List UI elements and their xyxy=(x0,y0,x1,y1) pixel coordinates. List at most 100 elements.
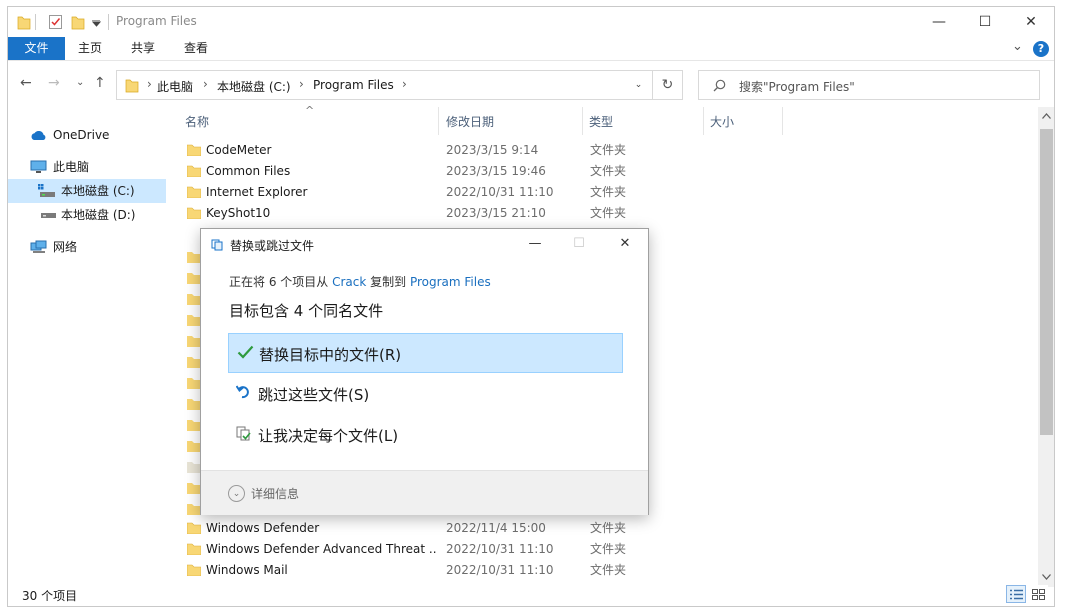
folder-icon xyxy=(187,483,201,494)
maximize-button[interactable]: ☐ xyxy=(962,7,1008,37)
column-header-date[interactable]: 修改日期 xyxy=(439,107,582,137)
replace-or-skip-dialog: 替换或跳过文件 — ☐ ✕ 正在将 6 个项目从 Crack 复制到 Progr… xyxy=(200,228,649,515)
breadcrumb-this-pc[interactable]: 此电脑 xyxy=(157,78,193,95)
option-label: 跳过这些文件(S) xyxy=(258,386,370,404)
table-row[interactable]: Common Files 2023/3/15 19:46 文件夹 xyxy=(178,161,1048,182)
scroll-down-icon[interactable] xyxy=(1042,574,1051,580)
dialog-maximize-button: ☐ xyxy=(573,235,585,251)
search-box[interactable]: 搜索"Program Files" xyxy=(698,70,1040,100)
back-button[interactable]: ← xyxy=(20,75,32,91)
file-name: Common Files xyxy=(206,164,291,178)
file-date: 2022/11/4 15:00 xyxy=(446,521,546,535)
minimize-button[interactable]: — xyxy=(916,7,962,37)
nav-label: 本地磁盘 (C:) xyxy=(61,184,135,198)
folder-icon xyxy=(187,522,201,534)
nav-label: 本地磁盘 (D:) xyxy=(61,208,136,222)
nav-item-network[interactable]: 网络 xyxy=(8,235,166,259)
address-dropdown-button[interactable]: ⌄ xyxy=(624,71,652,99)
forward-button[interactable]: → xyxy=(48,75,60,91)
vertical-scrollbar[interactable] xyxy=(1038,107,1054,587)
folder-icon xyxy=(187,315,201,326)
toolbar-divider xyxy=(35,14,36,30)
column-header-type[interactable]: 类型 xyxy=(583,107,703,137)
table-row[interactable]: Internet Explorer 2022/10/31 11:10 文件夹 xyxy=(178,182,1048,203)
copy-description-prefix: 正在将 6 个项目从 xyxy=(229,275,333,289)
table-row[interactable]: KeyShot10 2023/3/15 21:10 文件夹 xyxy=(178,203,1048,224)
column-header-name[interactable]: 名称 xyxy=(178,107,438,137)
folder-icon xyxy=(187,144,201,156)
breadcrumb-drive-c[interactable]: 本地磁盘 (C:) xyxy=(217,78,291,95)
window-title: Program Files xyxy=(116,14,197,28)
table-row[interactable]: CodeMeter 2023/3/15 9:14 文件夹 xyxy=(178,140,1048,161)
file-date: 2022/10/31 11:10 xyxy=(446,542,554,556)
nav-item-onedrive[interactable]: OneDrive xyxy=(8,123,166,147)
decide-each-file-option[interactable]: 让我决定每个文件(L) xyxy=(228,415,623,455)
chevron-down-icon[interactable]: ⌄ xyxy=(228,485,245,502)
properties-icon[interactable] xyxy=(48,14,63,30)
title-bar: Program Files — ☐ ✕ xyxy=(8,7,1054,37)
ribbon-tabs: 文件 主页 共享 查看 ⌄ ? xyxy=(8,37,1054,61)
dialog-close-button[interactable]: ✕ xyxy=(611,233,639,253)
more-details-button[interactable]: 详细信息 xyxy=(251,485,299,502)
ribbon-expand-icon[interactable]: ⌄ xyxy=(1012,39,1023,54)
nav-item-this-pc[interactable]: 此电脑 xyxy=(8,155,166,179)
table-row[interactable]: Windows Mail 2022/10/31 11:10 文件夹 xyxy=(178,560,1048,581)
check-icon xyxy=(237,345,254,359)
skip-files-option[interactable]: 跳过这些文件(S) xyxy=(228,374,623,414)
address-bar[interactable]: › 此电脑 › 本地磁盘 (C:) › Program Files › ⌄ ↻ xyxy=(116,70,683,100)
tab-share[interactable]: 共享 xyxy=(123,37,163,60)
details-view-button[interactable] xyxy=(1006,585,1026,603)
tab-file[interactable]: 文件 xyxy=(8,37,65,60)
large-icons-view-button[interactable] xyxy=(1028,585,1048,603)
breadcrumb-separator[interactable]: › xyxy=(203,77,208,91)
recent-locations-button[interactable]: ⌄ xyxy=(76,77,84,88)
table-row[interactable]: Windows Defender 2022/11/4 15:00 文件夹 xyxy=(178,518,1048,539)
network-icon xyxy=(30,240,47,253)
file-type: 文件夹 xyxy=(590,206,627,220)
file-date: 2023/3/15 19:46 xyxy=(446,164,546,178)
folder-icon xyxy=(17,16,31,30)
file-type: 文件夹 xyxy=(590,521,627,535)
tab-view[interactable]: 查看 xyxy=(176,37,216,60)
navigation-pane: OneDrive 此电脑 本地磁盘 (C:) 本地磁盘 (D:) 网络 xyxy=(8,107,166,587)
source-folder-link[interactable]: Crack xyxy=(332,275,366,289)
column-divider[interactable] xyxy=(782,107,783,135)
file-type: 文件夹 xyxy=(590,164,627,178)
file-date: 2022/10/31 11:10 xyxy=(446,563,554,577)
help-icon[interactable]: ? xyxy=(1033,41,1049,57)
breadcrumb-program-files[interactable]: Program Files xyxy=(313,78,394,92)
folder-icon xyxy=(187,252,201,263)
folder-icon xyxy=(187,357,201,368)
refresh-button[interactable]: ↻ xyxy=(652,71,682,99)
nav-item-drive-d[interactable]: 本地磁盘 (D:) xyxy=(8,203,166,227)
file-type: 文件夹 xyxy=(590,143,627,157)
folder-icon xyxy=(187,273,201,284)
file-name: Internet Explorer xyxy=(206,185,308,199)
drive-icon xyxy=(38,184,55,197)
pc-icon xyxy=(30,160,47,173)
breadcrumb-separator[interactable]: › xyxy=(147,77,152,91)
scrollbar-thumb[interactable] xyxy=(1040,129,1053,435)
drive-icon xyxy=(41,213,56,218)
new-folder-icon[interactable] xyxy=(71,14,85,30)
dialog-title: 替换或跳过文件 xyxy=(230,239,315,253)
breadcrumb-separator[interactable]: › xyxy=(299,77,304,91)
dialog-minimize-button[interactable]: — xyxy=(521,233,549,253)
tab-home[interactable]: 主页 xyxy=(70,37,110,60)
decide-icon xyxy=(236,426,251,441)
customize-toolbar-icon[interactable] xyxy=(92,20,101,27)
onedrive-icon xyxy=(31,130,46,140)
scroll-up-icon[interactable] xyxy=(1042,113,1051,119)
table-row[interactable]: Windows Defender Advanced Threat ... 202… xyxy=(178,539,1048,560)
close-button[interactable]: ✕ xyxy=(1008,7,1054,37)
breadcrumb-separator[interactable]: › xyxy=(402,77,407,91)
file-date: 2023/3/15 9:14 xyxy=(446,143,539,157)
skip-icon xyxy=(236,385,249,399)
up-button[interactable]: ↑ xyxy=(94,75,106,91)
copy-description-middle: 复制到 xyxy=(366,275,410,289)
column-header-size[interactable]: 大小 xyxy=(704,107,782,137)
nav-item-drive-c[interactable]: 本地磁盘 (C:) xyxy=(8,179,166,203)
target-folder-link[interactable]: Program Files xyxy=(410,275,491,289)
option-label: 替换目标中的文件(R) xyxy=(259,346,402,364)
replace-files-option[interactable]: 替换目标中的文件(R) xyxy=(228,333,623,373)
